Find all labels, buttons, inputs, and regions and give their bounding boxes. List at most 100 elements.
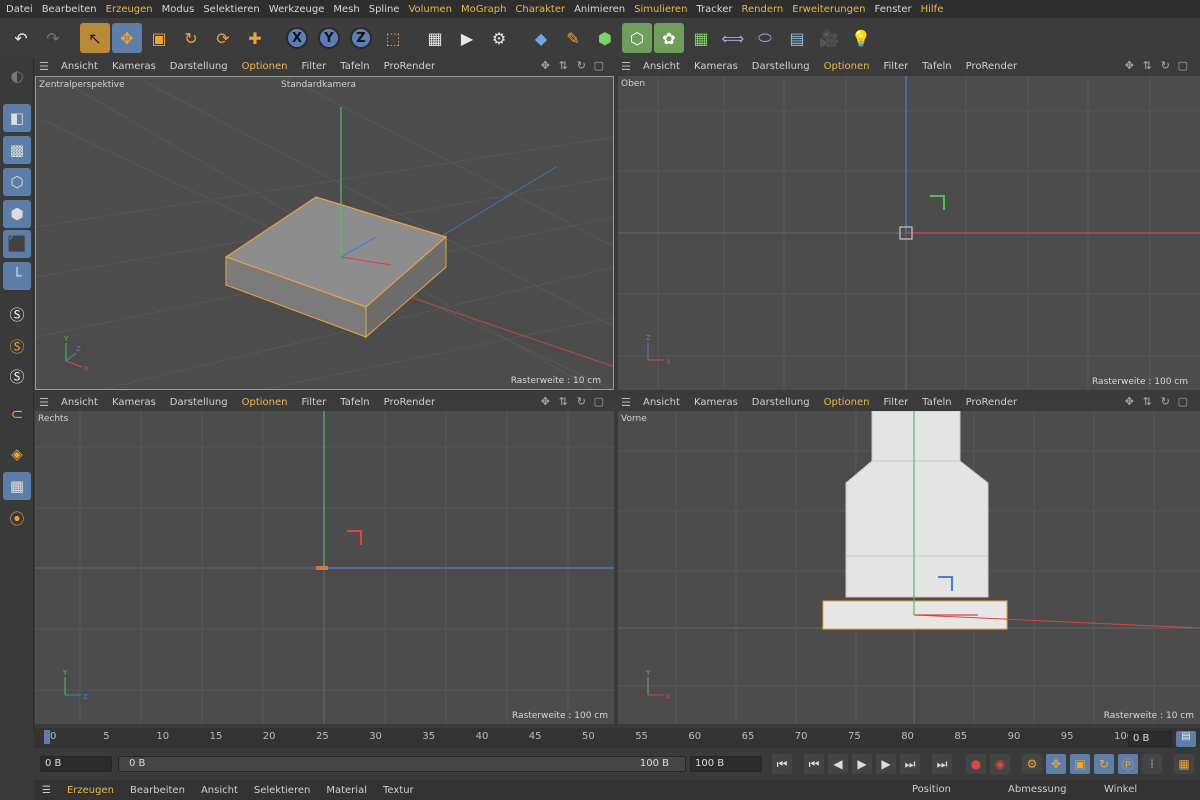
zoom-view-icon[interactable]: ⇅ — [559, 59, 568, 72]
current-frame-field[interactable]: 0 B — [1128, 731, 1172, 747]
viewport-menu-kameras[interactable]: Kameras — [105, 61, 163, 72]
zoom-view-icon[interactable]: ⇅ — [1143, 395, 1152, 408]
timeline-menu-icon[interactable]: ▤ — [1176, 731, 1196, 747]
menu-erweiterungen[interactable]: Erweiterungen — [790, 4, 872, 15]
redo-button[interactable]: ↷ — [38, 23, 68, 53]
viewport-perspective[interactable]: Y X Z Zentralperspektive Standardkamera Ra… — [35, 76, 614, 390]
workplane-icon[interactable]: ◈ — [3, 440, 31, 468]
viewport-menu-darstellung[interactable]: Darstellung — [163, 397, 235, 408]
mode-icon[interactable]: ◐ — [3, 62, 31, 90]
menu-animieren[interactable]: Animieren — [572, 4, 632, 15]
viewport-menu-icon[interactable]: ☰ — [34, 60, 54, 73]
timeline[interactable]: 0 5 10 15 20 25 30 35 40 45 50 55 60 65 70 75 80 85 90 95 10… — [34, 728, 1200, 748]
move-view-icon[interactable]: ✥ — [541, 59, 550, 72]
viewport-menu-optionen[interactable]: Optionen — [817, 397, 877, 408]
axis-y-button[interactable]: Y — [314, 23, 344, 53]
add-tool-button[interactable]: ✚ — [240, 23, 270, 53]
zoom-view-icon[interactable]: ⇅ — [559, 395, 568, 408]
grid-lock-icon[interactable]: ▦ — [3, 472, 31, 500]
goto-end-button[interactable]: ⏭ — [932, 754, 952, 774]
timeline-window-button[interactable]: ▦ — [1174, 754, 1194, 774]
play-button[interactable]: ▶ — [852, 754, 872, 774]
viewport-menu-icon[interactable]: ☰ — [616, 396, 636, 409]
move-tool-button[interactable]: ✥ — [112, 23, 142, 53]
render-settings-button[interactable]: ⚙ — [484, 23, 514, 53]
material-menu-bearbeiten[interactable]: Bearbeiten — [122, 785, 193, 796]
viewport-menu-icon[interactable]: ☰ — [34, 396, 54, 409]
cube-object-button[interactable]: ◆ — [526, 23, 556, 53]
keyframe-selection-button[interactable]: ⚙ — [1022, 754, 1042, 774]
rotate-view-icon[interactable]: ↻ — [1161, 59, 1170, 72]
goto-start-button[interactable]: ⏮ — [772, 754, 792, 774]
material-menu-erzeugen[interactable]: Erzeugen — [59, 785, 122, 796]
viewport-menu-prorender[interactable]: ProRender — [959, 397, 1024, 408]
move-view-icon[interactable]: ✥ — [1125, 395, 1134, 408]
viewport-menu-optionen[interactable]: Optionen — [235, 61, 295, 72]
prev-frame-button[interactable]: ◀ — [828, 754, 848, 774]
menu-spline[interactable]: Spline — [367, 4, 407, 15]
viewport-menu-optionen[interactable]: Optionen — [817, 61, 877, 72]
menu-rendern[interactable]: Rendern — [739, 4, 790, 15]
model-mode-icon[interactable]: ◧ — [3, 104, 31, 132]
menu-hilfe[interactable]: Hilfe — [919, 4, 951, 15]
pen-tool-button[interactable]: ✎ — [558, 23, 588, 53]
viewport-menu-kameras[interactable]: Kameras — [687, 61, 745, 72]
material-menu-material[interactable]: Material — [318, 785, 375, 796]
workplane-settings-icon[interactable]: ⦿ — [3, 504, 31, 532]
camera-label[interactable]: Standardkamera — [281, 80, 356, 90]
rotation-handle[interactable] — [347, 530, 362, 545]
deformer-button[interactable]: ⟺ — [718, 23, 748, 53]
select-tool-button[interactable]: ↖ — [80, 23, 110, 53]
menu-selektieren[interactable]: Selektieren — [201, 4, 266, 15]
undo-button[interactable]: ↶ — [6, 23, 36, 53]
material-menu-textur[interactable]: Textur — [375, 785, 422, 796]
viewport-front[interactable]: YX Vorne Rasterweite : 10 cm — [618, 411, 1200, 724]
mograph-cubes-button[interactable]: ▦ — [686, 23, 716, 53]
magnet-icon[interactable]: ⊂ — [3, 400, 31, 428]
viewport-menu-darstellung[interactable]: Darstellung — [163, 61, 235, 72]
clapper-icon[interactable]: ▦ — [420, 23, 450, 53]
viewport-menu-prorender[interactable]: ProRender — [377, 397, 442, 408]
viewport-menu-optionen[interactable]: Optionen — [235, 397, 295, 408]
camera-button[interactable]: 🎥 — [814, 23, 844, 53]
next-frame-button[interactable]: ▶ — [876, 754, 896, 774]
viewport-menu-darstellung[interactable]: Darstellung — [745, 397, 817, 408]
key-position-button[interactable]: ✥ — [1046, 754, 1066, 774]
menu-mesh[interactable]: Mesh — [331, 4, 366, 15]
viewport-menu-prorender[interactable]: ProRender — [959, 61, 1024, 72]
move-view-icon[interactable]: ✥ — [541, 395, 550, 408]
viewport-menu-ansicht[interactable]: Ansicht — [54, 397, 105, 408]
menu-erzeugen[interactable]: Erzeugen — [104, 4, 160, 15]
points-mode-icon[interactable]: ⬡ — [3, 168, 31, 196]
axis-mode-icon[interactable]: └ — [3, 262, 31, 290]
selected-object[interactable] — [316, 566, 328, 570]
menu-tracker[interactable]: Tracker — [694, 4, 739, 15]
polygons-mode-icon[interactable]: ⬛ — [3, 230, 31, 258]
viewport-menu-kameras[interactable]: Kameras — [105, 397, 163, 408]
material-menu-selektieren[interactable]: Selektieren — [246, 785, 318, 796]
viewport-menu-filter[interactable]: Filter — [294, 397, 333, 408]
record-button[interactable]: ● — [966, 754, 986, 774]
viewport-menu-tafeln[interactable]: Tafeln — [915, 397, 958, 408]
move-view-icon[interactable]: ✥ — [1125, 59, 1134, 72]
menu-fenster[interactable]: Fenster — [873, 4, 919, 15]
array-button[interactable]: ⬡ — [622, 23, 652, 53]
key-param-button[interactable]: Ⓟ — [1118, 754, 1138, 774]
maximize-view-icon[interactable]: ▢ — [1178, 395, 1188, 408]
frame-range-slider[interactable]: 0 B 100 B — [118, 756, 686, 772]
snap-settings-icon[interactable]: Ⓢ — [3, 332, 31, 360]
render-view-button[interactable]: ▶ — [452, 23, 482, 53]
viewport-menu-tafeln[interactable]: Tafeln — [333, 61, 376, 72]
menu-datei[interactable]: Datei — [4, 4, 40, 15]
menu-werkzeuge[interactable]: Werkzeuge — [267, 4, 332, 15]
axis-z-button[interactable]: Z — [346, 23, 376, 53]
viewport-menu-kameras[interactable]: Kameras — [687, 397, 745, 408]
material-menu-ansicht[interactable]: Ansicht — [193, 785, 246, 796]
menu-mograph[interactable]: MoGraph — [459, 4, 513, 15]
viewport-menu-darstellung[interactable]: Darstellung — [745, 61, 817, 72]
viewport-menu-tafeln[interactable]: Tafeln — [915, 61, 958, 72]
next-key-button[interactable]: ⏭ — [900, 754, 920, 774]
scale-tool-button[interactable]: ▣ — [144, 23, 174, 53]
start-frame-field[interactable]: 0 B — [40, 756, 112, 772]
viewport-top[interactable]: ZX Oben Rasterweite : 100 cm — [618, 76, 1200, 390]
